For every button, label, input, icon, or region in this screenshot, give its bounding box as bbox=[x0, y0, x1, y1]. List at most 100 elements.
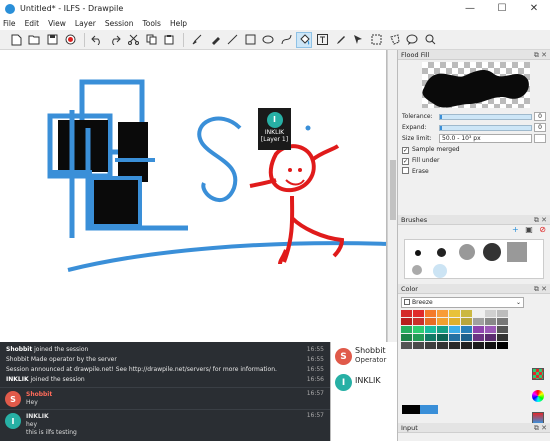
annotation-tool-icon[interactable] bbox=[404, 32, 420, 48]
color-swatch[interactable] bbox=[497, 318, 508, 325]
color-wheel-icon[interactable] bbox=[532, 390, 544, 402]
color-swatch[interactable] bbox=[401, 326, 412, 333]
color-swatch[interactable] bbox=[413, 342, 424, 349]
color-swatch[interactable] bbox=[473, 326, 484, 333]
scrollbar-thumb[interactable] bbox=[390, 160, 396, 220]
color-swatch[interactable] bbox=[485, 342, 496, 349]
color-swatch[interactable] bbox=[497, 334, 508, 341]
color-swatch[interactable] bbox=[449, 342, 460, 349]
menu-tools[interactable]: Tools bbox=[142, 19, 160, 28]
color-swatch[interactable] bbox=[401, 334, 412, 341]
color-swatch[interactable] bbox=[473, 318, 484, 325]
menu-view[interactable]: View bbox=[48, 19, 66, 28]
color-swatch[interactable] bbox=[497, 326, 508, 333]
expand-spinbox[interactable]: 0 bbox=[534, 123, 546, 132]
save-icon[interactable] bbox=[44, 32, 60, 48]
brush-preset[interactable] bbox=[483, 243, 501, 261]
color-swatch[interactable] bbox=[437, 310, 448, 317]
tolerance-spinbox[interactable]: 0 bbox=[534, 112, 546, 121]
color-swatch[interactable] bbox=[401, 342, 412, 349]
text-tool-icon[interactable] bbox=[314, 32, 330, 48]
color-swatch[interactable] bbox=[461, 326, 472, 333]
color-swatch[interactable] bbox=[425, 310, 436, 317]
brush-preset[interactable] bbox=[459, 244, 475, 260]
zoom-tool-icon[interactable] bbox=[422, 32, 438, 48]
menu-file[interactable]: File bbox=[3, 19, 16, 28]
color-swatch[interactable] bbox=[401, 318, 412, 325]
fill-tool-icon[interactable] bbox=[296, 31, 312, 48]
brush-preset[interactable] bbox=[415, 250, 421, 256]
color-swatch[interactable] bbox=[401, 310, 412, 317]
fill-under-checkbox[interactable]: ✓ Fill under bbox=[398, 155, 550, 166]
panel-float-close-icon[interactable]: ⧉ ✕ bbox=[534, 284, 547, 294]
color-swatch[interactable] bbox=[485, 326, 496, 333]
color-swatch[interactable] bbox=[485, 318, 496, 325]
color-swatch[interactable] bbox=[485, 334, 496, 341]
canvas-vertical-scrollbar[interactable] bbox=[387, 50, 397, 342]
color-swatch[interactable] bbox=[449, 318, 460, 325]
color-swatch[interactable] bbox=[413, 318, 424, 325]
paste-icon[interactable] bbox=[161, 32, 177, 48]
color-swatch[interactable] bbox=[425, 326, 436, 333]
background-color[interactable] bbox=[420, 405, 438, 414]
size-limit-stepper[interactable] bbox=[534, 134, 546, 143]
color-swatch[interactable] bbox=[461, 318, 472, 325]
lasso-tool-icon[interactable] bbox=[386, 32, 402, 48]
color-swatch[interactable] bbox=[437, 342, 448, 349]
color-swatch[interactable] bbox=[437, 326, 448, 333]
palette-select[interactable]: Breeze ⌄ bbox=[401, 297, 524, 308]
panel-float-close-icon[interactable]: ⧉ ✕ bbox=[534, 215, 547, 225]
brush-tool-icon[interactable] bbox=[188, 32, 204, 48]
color-swatch[interactable] bbox=[497, 310, 508, 317]
swatches-mode-icon[interactable] bbox=[532, 368, 544, 380]
brush-preset[interactable] bbox=[433, 264, 447, 278]
new-file-icon[interactable] bbox=[8, 32, 24, 48]
menu-edit[interactable]: Edit bbox=[25, 19, 40, 28]
redo-icon[interactable] bbox=[107, 32, 123, 48]
add-brush-icon[interactable]: + bbox=[512, 225, 519, 234]
color-swatch[interactable] bbox=[425, 342, 436, 349]
color-swatch[interactable] bbox=[425, 318, 436, 325]
copy-icon[interactable] bbox=[143, 32, 159, 48]
tolerance-slider[interactable] bbox=[439, 114, 532, 120]
minimize-button[interactable]: — bbox=[454, 0, 486, 17]
color-swatch[interactable] bbox=[437, 334, 448, 341]
record-icon[interactable] bbox=[62, 32, 78, 48]
color-swatch[interactable] bbox=[461, 342, 472, 349]
color-swatch[interactable] bbox=[449, 310, 460, 317]
expand-slider[interactable] bbox=[439, 125, 532, 131]
delete-brush-icon[interactable]: ⊘ bbox=[539, 225, 546, 234]
curve-tool-icon[interactable] bbox=[278, 32, 294, 48]
title-bar[interactable]: Untitled* - ILFS - Drawpile — ☐ ✕ bbox=[0, 0, 550, 17]
drawing-canvas[interactable]: I INKLIK [Layer 1] bbox=[0, 50, 387, 342]
ellipse-tool-icon[interactable] bbox=[260, 32, 276, 48]
selection-tool-icon[interactable] bbox=[368, 32, 384, 48]
color-swatch[interactable] bbox=[437, 318, 448, 325]
save-brush-icon[interactable]: ▣ bbox=[525, 225, 533, 234]
color-swatch[interactable] bbox=[413, 334, 424, 341]
color-swatch[interactable] bbox=[497, 342, 508, 349]
color-swatch[interactable] bbox=[413, 326, 424, 333]
user-list-item[interactable]: S Shobbit Operator bbox=[331, 346, 397, 368]
color-swatch[interactable] bbox=[461, 334, 472, 341]
color-picker-icon[interactable] bbox=[332, 32, 348, 48]
brush-preset[interactable] bbox=[507, 242, 527, 262]
line-tool-icon[interactable] bbox=[224, 32, 240, 48]
user-list-item[interactable]: I INKLIK bbox=[331, 372, 397, 394]
panel-float-close-icon[interactable]: ⧉ ✕ bbox=[534, 423, 547, 433]
undo-icon[interactable] bbox=[89, 32, 105, 48]
brush-preset[interactable] bbox=[412, 265, 422, 275]
close-button[interactable]: ✕ bbox=[518, 0, 550, 17]
color-swatch[interactable] bbox=[461, 310, 472, 317]
color-swatch[interactable] bbox=[473, 310, 484, 317]
sample-merged-checkbox[interactable]: ✓ Sample merged bbox=[398, 144, 550, 155]
color-swatch[interactable] bbox=[473, 334, 484, 341]
color-swatch[interactable] bbox=[449, 326, 460, 333]
open-file-icon[interactable] bbox=[26, 32, 42, 48]
color-swatch[interactable] bbox=[413, 310, 424, 317]
menu-layer[interactable]: Layer bbox=[75, 19, 96, 28]
laser-pointer-icon[interactable] bbox=[350, 32, 366, 48]
erase-checkbox[interactable]: Erase bbox=[398, 166, 550, 177]
color-swatch[interactable] bbox=[449, 334, 460, 341]
panel-float-close-icon[interactable]: ⧉ ✕ bbox=[534, 50, 547, 60]
